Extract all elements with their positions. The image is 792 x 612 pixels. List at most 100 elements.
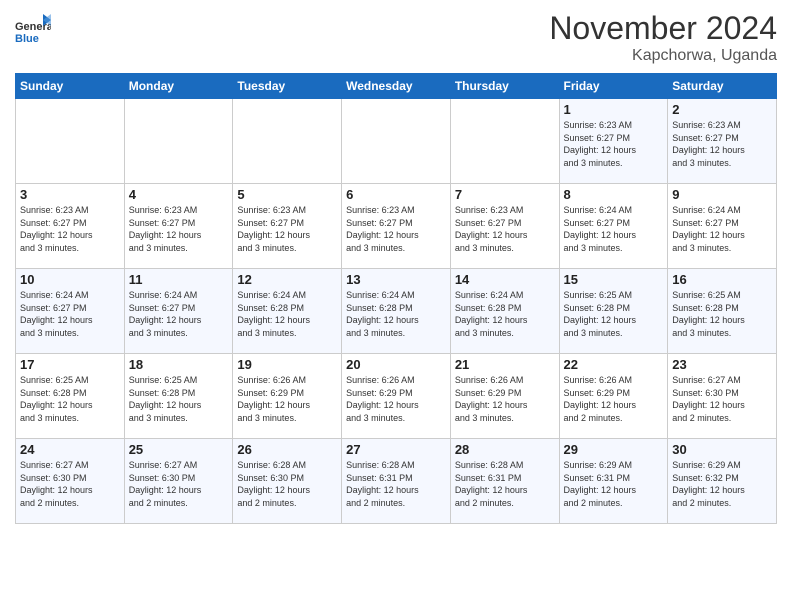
calendar-cell: 24 Sunrise: 6:27 AMSunset: 6:30 PMDayligh…	[16, 439, 125, 524]
day-number: 28	[455, 442, 555, 457]
calendar-cell: 18 Sunrise: 6:25 AMSunset: 6:28 PMDayligh…	[124, 354, 233, 439]
day-number: 4	[129, 187, 229, 202]
day-number: 6	[346, 187, 446, 202]
day-info: Sunrise: 6:24 AMSunset: 6:28 PMDaylight:…	[237, 289, 337, 339]
day-info: Sunrise: 6:29 AMSunset: 6:32 PMDaylight:…	[672, 459, 772, 509]
day-info: Sunrise: 6:25 AMSunset: 6:28 PMDaylight:…	[129, 374, 229, 424]
calendar-week-1: 1Sunrise: 6:23 AMSunset: 6:27 PMDaylight…	[16, 99, 777, 184]
col-wednesday: Wednesday	[342, 74, 451, 99]
calendar-week-2: 3 Sunrise: 6:23 AMSunset: 6:27 PMDaylight…	[16, 184, 777, 269]
calendar-cell: 14 Sunrise: 6:24 AMSunset: 6:28 PMDayligh…	[450, 269, 559, 354]
calendar-cell: 13 Sunrise: 6:24 AMSunset: 6:28 PMDayligh…	[342, 269, 451, 354]
calendar-week-4: 17Sunrise: 6:25 AMSunset: 6:28 PMDayligh…	[16, 354, 777, 439]
calendar-cell: 21Sunrise: 6:26 AMSunset: 6:29 PMDayligh…	[450, 354, 559, 439]
day-number: 9	[672, 187, 772, 202]
calendar-week-3: 10 Sunrise: 6:24 AMSunset: 6:27 PMDayligh…	[16, 269, 777, 354]
day-number: 20	[346, 357, 446, 372]
day-info: Sunrise: 6:29 AMSunset: 6:31 PMDaylight:…	[564, 459, 664, 509]
page-container: General Blue November 2024 Kapchorwa, Ug…	[0, 0, 792, 534]
col-tuesday: Tuesday	[233, 74, 342, 99]
day-info: Sunrise: 6:28 AMSunset: 6:31 PMDaylight:…	[455, 459, 555, 509]
day-info: Sunrise: 6:24 AMSunset: 6:27 PMDaylight:…	[564, 204, 664, 254]
day-number: 29	[564, 442, 664, 457]
calendar-cell: 11 Sunrise: 6:24 AMSunset: 6:27 PMDayligh…	[124, 269, 233, 354]
day-number: 15	[564, 272, 664, 287]
day-number: 27	[346, 442, 446, 457]
logo-icon: General Blue	[15, 10, 51, 53]
calendar-cell: 2 Sunrise: 6:23 AMSunset: 6:27 PMDaylight…	[668, 99, 777, 184]
calendar-week-5: 24 Sunrise: 6:27 AMSunset: 6:30 PMDayligh…	[16, 439, 777, 524]
day-info: Sunrise: 6:24 AMSunset: 6:28 PMDaylight:…	[455, 289, 555, 339]
calendar-cell: 4 Sunrise: 6:23 AMSunset: 6:27 PMDaylight…	[124, 184, 233, 269]
calendar-cell: 16 Sunrise: 6:25 AMSunset: 6:28 PMDayligh…	[668, 269, 777, 354]
calendar-cell: 5 Sunrise: 6:23 AMSunset: 6:27 PMDaylight…	[233, 184, 342, 269]
day-number: 18	[129, 357, 229, 372]
day-info: Sunrise: 6:23 AMSunset: 6:27 PMDaylight:…	[237, 204, 337, 254]
day-info: Sunrise: 6:27 AMSunset: 6:30 PMDaylight:…	[20, 459, 120, 509]
calendar-header: Sunday Monday Tuesday Wednesday Thursday…	[16, 74, 777, 99]
day-number: 3	[20, 187, 120, 202]
day-info: Sunrise: 6:28 AMSunset: 6:31 PMDaylight:…	[346, 459, 446, 509]
day-number: 30	[672, 442, 772, 457]
calendar-cell: 17Sunrise: 6:25 AMSunset: 6:28 PMDayligh…	[16, 354, 125, 439]
col-sunday: Sunday	[16, 74, 125, 99]
calendar-cell: 6 Sunrise: 6:23 AMSunset: 6:27 PMDaylight…	[342, 184, 451, 269]
title-block: November 2024 Kapchorwa, Uganda	[549, 10, 777, 65]
day-number: 21	[455, 357, 555, 372]
month-title: November 2024	[549, 10, 777, 47]
calendar-cell: 20 Sunrise: 6:26 AMSunset: 6:29 PMDayligh…	[342, 354, 451, 439]
day-number: 7	[455, 187, 555, 202]
calendar-body: 1Sunrise: 6:23 AMSunset: 6:27 PMDaylight…	[16, 99, 777, 524]
calendar-cell: 9 Sunrise: 6:24 AMSunset: 6:27 PMDaylight…	[668, 184, 777, 269]
day-info: Sunrise: 6:23 AMSunset: 6:27 PMDaylight:…	[455, 204, 555, 254]
calendar-cell	[233, 99, 342, 184]
day-info: Sunrise: 6:23 AMSunset: 6:27 PMDaylight:…	[672, 119, 772, 169]
day-number: 14	[455, 272, 555, 287]
calendar-cell: 3 Sunrise: 6:23 AMSunset: 6:27 PMDaylight…	[16, 184, 125, 269]
day-number: 12	[237, 272, 337, 287]
day-number: 11	[129, 272, 229, 287]
day-number: 22	[564, 357, 664, 372]
calendar-cell	[16, 99, 125, 184]
calendar-cell: 19Sunrise: 6:26 AMSunset: 6:29 PMDayligh…	[233, 354, 342, 439]
col-thursday: Thursday	[450, 74, 559, 99]
calendar-cell: 7 Sunrise: 6:23 AMSunset: 6:27 PMDaylight…	[450, 184, 559, 269]
header: General Blue November 2024 Kapchorwa, Ug…	[15, 10, 777, 65]
calendar-cell: 8 Sunrise: 6:24 AMSunset: 6:27 PMDaylight…	[559, 184, 668, 269]
calendar-cell: 1Sunrise: 6:23 AMSunset: 6:27 PMDaylight…	[559, 99, 668, 184]
day-info: Sunrise: 6:24 AMSunset: 6:27 PMDaylight:…	[129, 289, 229, 339]
day-number: 24	[20, 442, 120, 457]
day-info: Sunrise: 6:25 AMSunset: 6:28 PMDaylight:…	[564, 289, 664, 339]
day-info: Sunrise: 6:25 AMSunset: 6:28 PMDaylight:…	[672, 289, 772, 339]
calendar-cell: 27 Sunrise: 6:28 AMSunset: 6:31 PMDayligh…	[342, 439, 451, 524]
col-friday: Friday	[559, 74, 668, 99]
day-info: Sunrise: 6:27 AMSunset: 6:30 PMDaylight:…	[129, 459, 229, 509]
day-number: 25	[129, 442, 229, 457]
calendar-cell: 26Sunrise: 6:28 AMSunset: 6:30 PMDayligh…	[233, 439, 342, 524]
day-info: Sunrise: 6:27 AMSunset: 6:30 PMDaylight:…	[672, 374, 772, 424]
day-number: 5	[237, 187, 337, 202]
day-number: 19	[237, 357, 337, 372]
day-info: Sunrise: 6:24 AMSunset: 6:27 PMDaylight:…	[672, 204, 772, 254]
calendar-cell: 23Sunrise: 6:27 AMSunset: 6:30 PMDayligh…	[668, 354, 777, 439]
calendar-cell	[124, 99, 233, 184]
day-info: Sunrise: 6:23 AMSunset: 6:27 PMDaylight:…	[129, 204, 229, 254]
day-number: 16	[672, 272, 772, 287]
day-info: Sunrise: 6:23 AMSunset: 6:27 PMDaylight:…	[346, 204, 446, 254]
day-info: Sunrise: 6:23 AMSunset: 6:27 PMDaylight:…	[20, 204, 120, 254]
calendar-cell: 15 Sunrise: 6:25 AMSunset: 6:28 PMDayligh…	[559, 269, 668, 354]
location: Kapchorwa, Uganda	[549, 47, 777, 65]
calendar-table: Sunday Monday Tuesday Wednesday Thursday…	[15, 73, 777, 524]
day-number: 13	[346, 272, 446, 287]
calendar-cell	[450, 99, 559, 184]
calendar-cell: 30 Sunrise: 6:29 AMSunset: 6:32 PMDayligh…	[668, 439, 777, 524]
col-saturday: Saturday	[668, 74, 777, 99]
day-number: 10	[20, 272, 120, 287]
day-info: Sunrise: 6:24 AMSunset: 6:28 PMDaylight:…	[346, 289, 446, 339]
day-info: Sunrise: 6:23 AMSunset: 6:27 PMDaylight:…	[564, 119, 664, 169]
svg-text:Blue: Blue	[15, 33, 39, 45]
calendar-cell	[342, 99, 451, 184]
day-number: 2	[672, 102, 772, 117]
day-number: 8	[564, 187, 664, 202]
day-info: Sunrise: 6:26 AMSunset: 6:29 PMDaylight:…	[346, 374, 446, 424]
